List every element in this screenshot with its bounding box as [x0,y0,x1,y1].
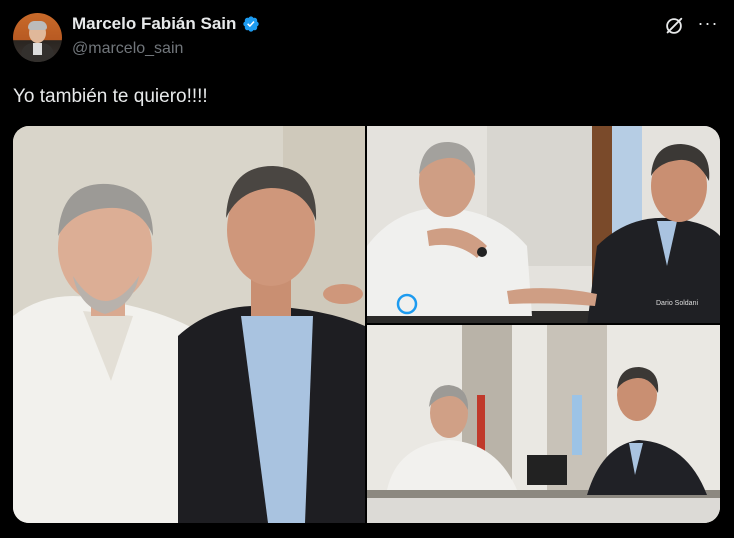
avatar-collar [33,43,42,55]
tweet-text: Yo también te quiero!!!! [13,86,208,107]
photo-1[interactable] [13,126,365,523]
photo-3-image [367,325,720,523]
photo-2-credit: Dario Soldani [656,300,699,307]
more-options-icon[interactable]: ··· [697,13,719,35]
author-name-row: Marcelo Fabián Sain [72,14,260,34]
author-handle[interactable]: @marcelo_sain [72,40,183,58]
media-grid: Dario Soldani [13,126,720,523]
verified-badge-icon [243,16,260,32]
photo-1-image [13,126,365,523]
author-display-name[interactable]: Marcelo Fabián Sain [72,14,236,34]
photo-3[interactable] [367,325,720,523]
avatar-hair [28,21,47,30]
photo-2[interactable]: Dario Soldani [367,126,720,323]
grok-icon[interactable] [663,15,685,37]
author-avatar[interactable] [13,13,62,62]
photo-2-image [367,126,720,323]
